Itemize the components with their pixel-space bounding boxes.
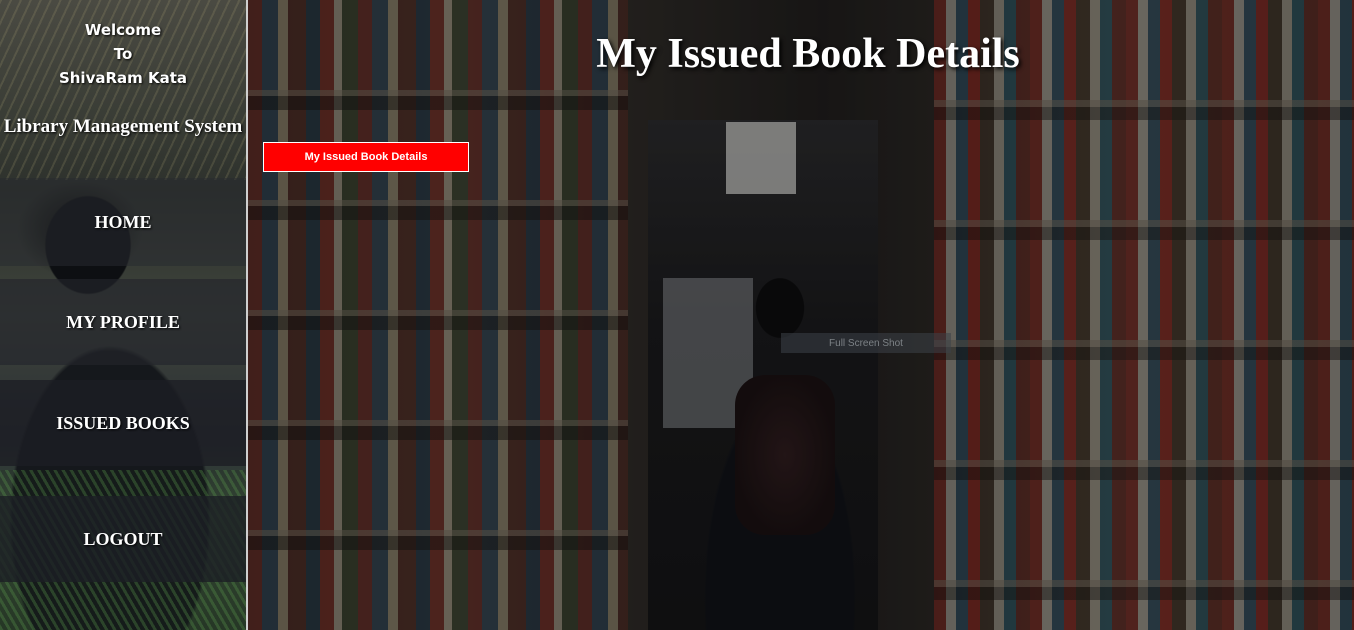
nav-my-profile-button[interactable]: MY PROFILE bbox=[0, 279, 246, 365]
page-title: My Issued Book Details bbox=[596, 31, 1020, 77]
user-name: ShivaRam Kata bbox=[58, 69, 188, 87]
nav-home-label: HOME bbox=[94, 211, 152, 232]
nav-issued-books-button[interactable]: ISSUED BOOKS bbox=[0, 380, 246, 466]
my-issued-book-details-button[interactable]: My Issued Book Details bbox=[263, 142, 469, 172]
my-issued-book-details-label: My Issued Book Details bbox=[304, 151, 428, 163]
faint-tooltip: Full Screen Shot bbox=[781, 333, 951, 353]
nav-my-profile-label: MY PROFILE bbox=[66, 311, 180, 332]
nav-logout-button[interactable]: LOGOUT bbox=[0, 496, 246, 582]
welcome-text: Welcome bbox=[84, 21, 162, 39]
background-overlay bbox=[248, 0, 1354, 630]
system-title: Library Management System bbox=[0, 115, 246, 138]
sidebar: Welcome To ShivaRam Kata Library Managem… bbox=[0, 0, 248, 630]
nav-issued-books-label: ISSUED BOOKS bbox=[56, 412, 190, 433]
faint-tooltip-text: Full Screen Shot bbox=[829, 337, 903, 349]
nav-home-button[interactable]: HOME bbox=[0, 178, 246, 266]
nav-logout-label: LOGOUT bbox=[83, 528, 163, 549]
system-title-text: Library Management System bbox=[3, 116, 243, 137]
welcome-to-text: To bbox=[113, 45, 133, 63]
welcome-block: Welcome To ShivaRam Kata bbox=[0, 18, 246, 90]
main-content: My Issued Book Details My Issued Book De… bbox=[248, 0, 1354, 630]
